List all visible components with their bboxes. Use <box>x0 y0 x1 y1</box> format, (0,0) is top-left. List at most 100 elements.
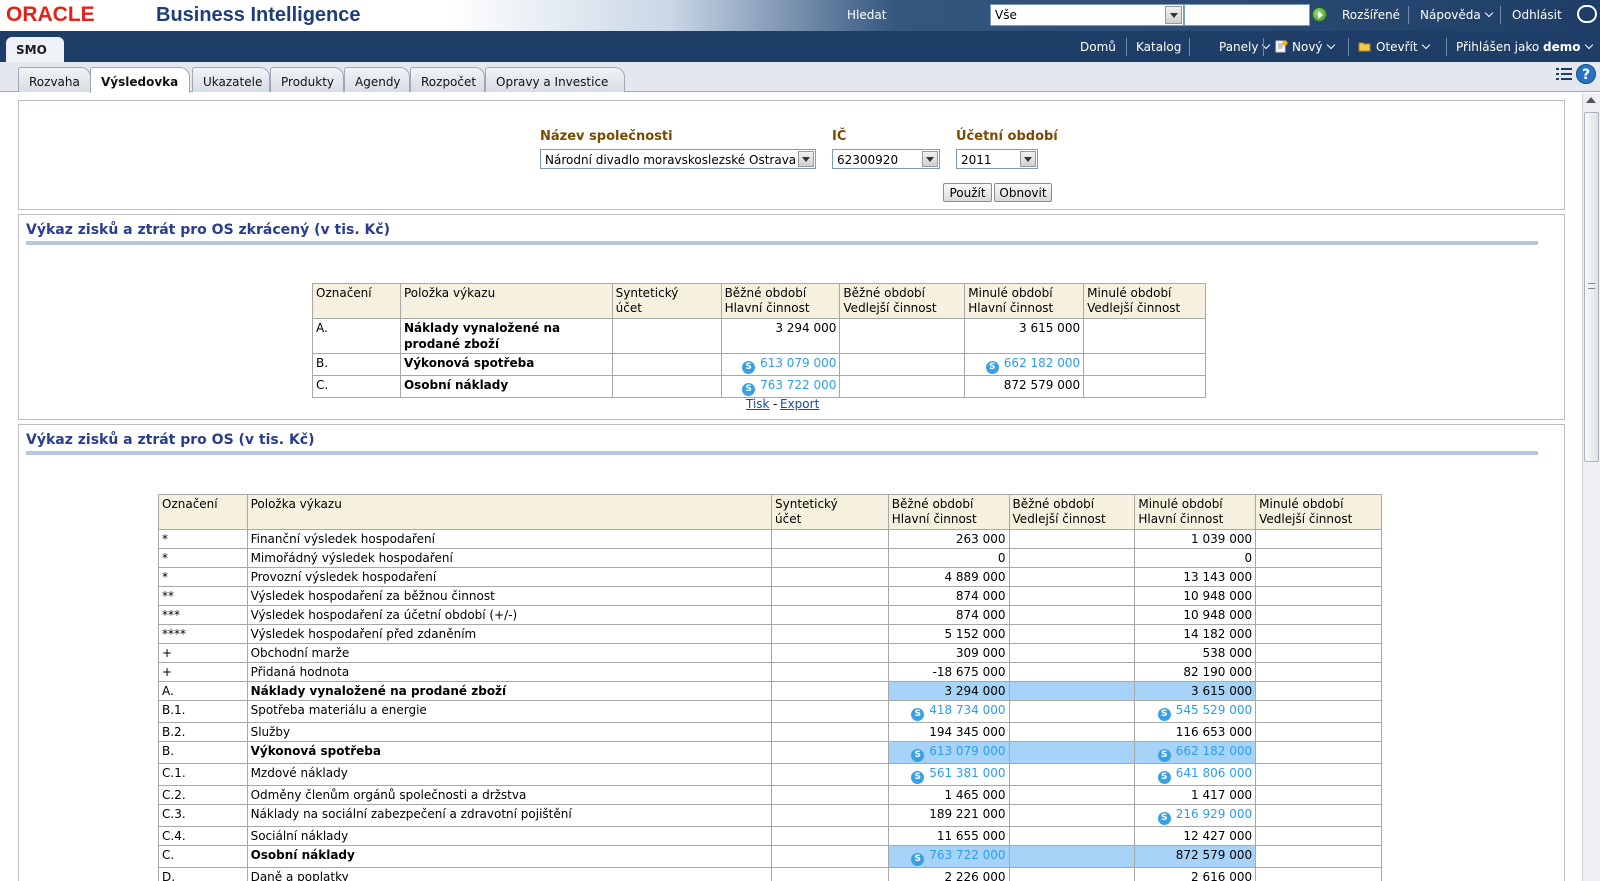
help-icon[interactable]: ? <box>1576 64 1596 84</box>
advanced-link[interactable]: Rozšířené <box>1342 8 1400 22</box>
value-link[interactable]: 545 529 000 <box>1176 703 1252 717</box>
ic-select[interactable]: 62300920 <box>832 149 940 169</box>
dashboard-tab-smo[interactable]: SMO <box>6 37 64 62</box>
search-input[interactable] <box>1184 4 1310 26</box>
tab-produkty[interactable]: Produkty <box>270 67 344 92</box>
divider <box>1348 38 1349 56</box>
value-cell[interactable]: S 763 722 000 <box>887 845 1010 868</box>
value-link[interactable]: 641 806 000 <box>1176 766 1252 780</box>
skype-icon[interactable]: S <box>911 708 925 721</box>
chevron-down-icon <box>1484 8 1493 18</box>
signed-in-menu[interactable]: Přihlášen jako demo <box>1456 40 1593 54</box>
skype-icon[interactable]: S <box>1157 749 1171 762</box>
tab-opravy-a-investice[interactable]: Opravy a Investice <box>485 67 625 92</box>
row-item: Výkonová spotřeba <box>399 353 613 376</box>
value-cell[interactable]: S 662 182 000 <box>964 353 1085 376</box>
synthetic-account-cell <box>771 624 889 644</box>
apply-button[interactable]: Použít <box>943 183 992 202</box>
value-cell: 3 294 000 <box>720 318 841 354</box>
chevron-down-icon[interactable] <box>1020 151 1036 167</box>
table-row: **** Výsledek hospodaření před zdaněním 5 … <box>158 624 1382 644</box>
value-cell[interactable]: S 763 722 000 <box>720 375 841 398</box>
skype-icon[interactable]: S <box>742 383 756 396</box>
help-menu[interactable]: Nápověda <box>1420 8 1493 22</box>
tab-agendy[interactable]: Agendy <box>344 67 410 92</box>
skype-icon[interactable]: S <box>1157 708 1171 721</box>
scroll-up-arrow-icon[interactable] <box>1586 97 1596 103</box>
report-full-title: Výkaz zisků a ztrát pro OS (v tis. Kč) <box>26 432 315 448</box>
skype-icon[interactable]: S <box>742 361 756 374</box>
value-cell[interactable]: S 613 079 000 <box>720 353 841 376</box>
chevron-down-icon[interactable] <box>922 151 938 167</box>
scrollbar-thumb[interactable] <box>1584 112 1599 462</box>
value-link[interactable]: 613 079 000 <box>929 744 1005 758</box>
new-icon <box>1275 40 1288 53</box>
catalog-link[interactable]: Katalog <box>1136 40 1181 54</box>
export-link[interactable]: Export <box>780 397 819 411</box>
print-link[interactable]: Tisk <box>746 397 770 411</box>
report-full-table: Označení Položka výkazu Syntetický účet Běž… <box>158 494 1382 881</box>
value-cell[interactable]: S 418 734 000 <box>887 700 1010 723</box>
tab-ukazatele[interactable]: Ukazatele <box>192 67 270 92</box>
value-link[interactable]: 613 079 000 <box>760 356 836 370</box>
vertical-scrollbar[interactable] <box>1582 93 1600 881</box>
row-item: Mimořádný výsledek hospodaření <box>246 548 773 568</box>
column-header: Syntetický účet <box>771 494 889 530</box>
tabs-menu-icon[interactable] <box>1555 67 1573 81</box>
tab-rozpocet[interactable]: Rozpočet <box>410 67 485 92</box>
value-cell[interactable]: S 641 806 000 <box>1134 763 1257 786</box>
dashboards-menu[interactable]: Panely <box>1219 40 1271 54</box>
value-link[interactable]: 662 182 000 <box>1004 356 1080 370</box>
value-cell[interactable]: S 545 529 000 <box>1134 700 1257 723</box>
search-scope-select[interactable]: Vše <box>990 4 1184 26</box>
table-row: C.4. Sociální náklady 11 655 000 12 427 000 <box>158 826 1382 846</box>
value-cell[interactable]: S 216 929 000 <box>1134 804 1257 827</box>
value-link[interactable]: 662 182 000 <box>1176 744 1252 758</box>
value-cell <box>1008 643 1136 663</box>
home-link[interactable]: Domů <box>1080 40 1116 54</box>
skype-icon[interactable]: S <box>911 749 925 762</box>
new-menu-label: Nový <box>1292 40 1323 54</box>
table-header-row: Označení Položka výkazu Syntetický účet Běž… <box>158 494 1382 530</box>
open-menu[interactable]: Otevřít <box>1358 40 1430 54</box>
signout-link[interactable]: Odhlásit <box>1512 8 1562 22</box>
signed-in-label: Přihlášen jako <box>1456 40 1540 54</box>
value-cell[interactable]: S 662 182 000 <box>1134 741 1257 764</box>
row-item: Osobní náklady <box>399 375 613 398</box>
value-link[interactable]: 561 381 000 <box>929 766 1005 780</box>
column-header: Běžné období Vedlejší činnost <box>1008 494 1136 530</box>
value-cell[interactable]: S 613 079 000 <box>887 741 1010 764</box>
value-cell[interactable]: S 561 381 000 <box>887 763 1010 786</box>
search-go-icon[interactable] <box>1312 7 1327 22</box>
signout-icon[interactable] <box>1577 5 1597 23</box>
row-item: Daně a poplatky <box>246 867 773 881</box>
period-select[interactable]: 2011 <box>956 149 1038 169</box>
company-select[interactable]: Národní divadlo moravskoslezské Ostrava <box>540 149 816 169</box>
skype-icon[interactable]: S <box>911 771 925 784</box>
new-menu[interactable]: Nový <box>1274 40 1335 54</box>
table-row: D. Daně a poplatky 2 226 000 2 616 000 <box>158 867 1382 881</box>
synthetic-account-cell <box>771 662 889 682</box>
skype-icon[interactable]: S <box>1157 771 1171 784</box>
chevron-down-icon[interactable] <box>798 151 814 167</box>
divider <box>1189 38 1190 56</box>
table-row: B.2. Služby 194 345 000 116 653 000 <box>158 722 1382 742</box>
chevron-down-icon[interactable] <box>1165 6 1182 24</box>
row-item: Služby <box>246 722 773 742</box>
skype-icon[interactable]: S <box>911 853 925 866</box>
table-header-row: Označení Položka výkazu Syntetický účet Běž… <box>312 283 1206 319</box>
value-link[interactable]: 216 929 000 <box>1176 807 1252 821</box>
synthetic-account-cell <box>771 845 889 868</box>
open-folder-icon <box>1358 42 1371 52</box>
reset-button[interactable]: Obnovit <box>994 183 1052 202</box>
value-link[interactable]: 418 734 000 <box>929 703 1005 717</box>
value-link[interactable]: 763 722 000 <box>760 378 836 392</box>
value-link[interactable]: 763 722 000 <box>929 848 1005 862</box>
tab-rozvaha[interactable]: Rozvaha <box>18 67 91 92</box>
synthetic-account-cell <box>771 548 889 568</box>
value-cell <box>1008 548 1136 568</box>
skype-icon[interactable]: S <box>1157 812 1171 825</box>
value-cell <box>1008 845 1136 868</box>
tab-vysledovka[interactable]: Výsledovka <box>90 67 190 93</box>
skype-icon[interactable]: S <box>985 361 999 374</box>
